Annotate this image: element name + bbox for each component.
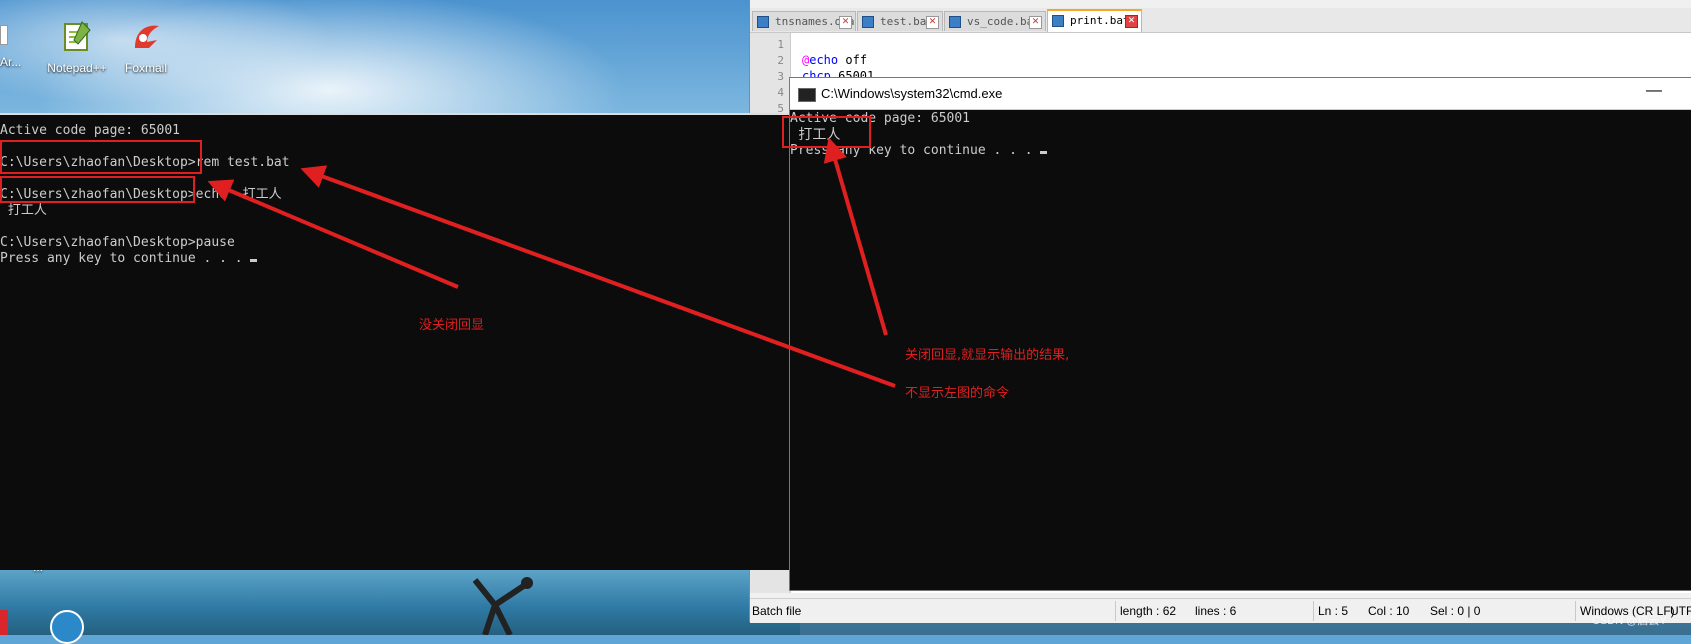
arrow-to-echo	[207, 179, 459, 289]
annotation-right-2: 不显示左图的命令	[905, 386, 1010, 401]
arrow-to-rem	[300, 165, 896, 388]
annotation-right-1: 关闭回显,就显示输出的结果,	[905, 348, 1070, 363]
annotation-left: 没关闭回显	[419, 318, 485, 333]
annotation-arrows	[207, 137, 896, 388]
watermark: CSDN @启云Y	[1592, 615, 1667, 627]
arrow-to-output	[823, 137, 888, 336]
